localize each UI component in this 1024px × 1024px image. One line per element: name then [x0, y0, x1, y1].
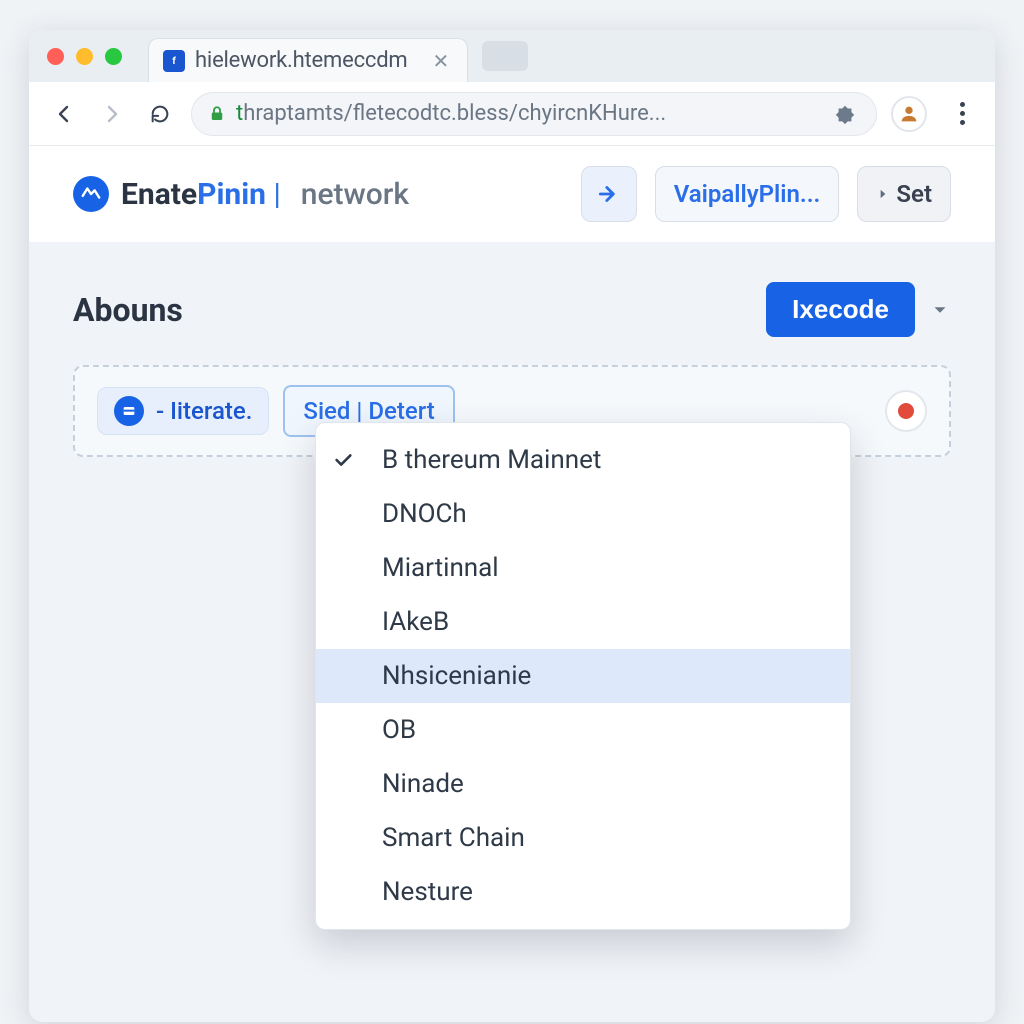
tab-favicon-icon: f — [163, 50, 185, 72]
network-option[interactable]: B thereum Mainnet — [316, 433, 850, 487]
window-traffic-lights — [47, 48, 122, 65]
set-button-label: Set — [896, 180, 932, 208]
new-tab-button[interactable] — [482, 41, 528, 71]
back-button[interactable] — [47, 97, 81, 131]
network-option-label: Smart Chain — [382, 823, 525, 853]
network-option-label: Ninade — [382, 769, 464, 799]
network-option[interactable]: IAkeB — [316, 595, 850, 649]
wallet-chip[interactable]: VaipallyPlin... — [655, 166, 840, 222]
caret-right-icon — [876, 187, 890, 201]
brand-sub: network — [301, 177, 409, 212]
network-option[interactable]: Nesture — [316, 865, 850, 919]
network-select-label: Sied | Detert — [303, 397, 434, 425]
app-header: EnatePinin | network VaipallyPlin... Set — [29, 146, 995, 242]
brand-bar: | — [273, 177, 280, 212]
reload-button[interactable] — [143, 97, 177, 131]
address-bar[interactable]: thraptamts/fletecodtc.bless/chyircnKHure… — [191, 92, 877, 136]
browser-toolbar: thraptamts/fletecodtc.bless/chyircnKHure… — [29, 82, 995, 146]
profile-avatar[interactable] — [891, 96, 927, 132]
section-title: Abouns — [73, 291, 183, 329]
network-option[interactable]: Miartinnal — [316, 541, 850, 595]
primary-action-button[interactable]: Ixecode — [766, 282, 915, 337]
send-icon-button[interactable] — [581, 166, 637, 222]
close-window-button[interactable] — [47, 48, 64, 65]
maximize-window-button[interactable] — [105, 48, 122, 65]
network-option[interactable]: OB — [316, 703, 850, 757]
network-option-label: B thereum Mainnet — [382, 445, 601, 475]
content-area: Abouns Ixecode - Iiterate. Sied | Detert — [29, 242, 995, 1022]
status-indicator[interactable] — [885, 390, 927, 432]
account-pill[interactable]: - Iiterate. — [97, 387, 269, 435]
network-option[interactable]: DNOCh — [316, 487, 850, 541]
minimize-window-button[interactable] — [76, 48, 93, 65]
network-option-label: Nhsicenianie — [382, 661, 531, 691]
brand-word-a: Enate — [121, 177, 197, 212]
wallet-chip-label: VaipallyPlin... — [674, 180, 821, 208]
network-option-label: Nesture — [382, 877, 473, 907]
primary-action-group: Ixecode — [766, 282, 951, 337]
network-option-label: IAkeB — [382, 607, 449, 637]
network-option-label: DNOCh — [382, 499, 467, 529]
network-option-label: Miartinnal — [382, 553, 499, 583]
brand-word-b: Pinin — [197, 177, 266, 212]
account-icon — [114, 396, 144, 426]
browser-menu-button[interactable] — [947, 102, 977, 125]
check-icon — [332, 449, 368, 471]
tab-title: hielework.htemeccdm — [195, 48, 408, 73]
forward-button[interactable] — [95, 97, 129, 131]
network-option[interactable]: Nhsicenianie — [316, 649, 850, 703]
network-option[interactable]: Ninade — [316, 757, 850, 811]
status-dot-icon — [898, 403, 914, 419]
lock-icon — [208, 105, 226, 123]
browser-tab[interactable]: f hielework.htemeccdm ✕ — [148, 38, 468, 82]
network-option-label: OB — [382, 715, 416, 745]
extension-icon[interactable] — [830, 99, 860, 129]
network-option[interactable]: Smart Chain — [316, 811, 850, 865]
account-pill-label: - Iiterate. — [156, 397, 252, 425]
section-header-row: Abouns Ixecode — [73, 282, 951, 337]
set-button[interactable]: Set — [857, 166, 951, 222]
tab-close-icon[interactable]: ✕ — [428, 47, 453, 75]
browser-tabstrip: f hielework.htemeccdm ✕ — [29, 30, 995, 82]
address-url: thraptamts/fletecodtc.bless/chyircnKHure… — [236, 101, 666, 126]
svg-text:f: f — [172, 56, 176, 67]
browser-window: f hielework.htemeccdm ✕ thraptamts/flete… — [29, 30, 995, 1022]
brand: EnatePinin | network — [73, 176, 409, 212]
network-dropdown-menu: B thereum Mainnet DNOCh Miartinnal IAkeB Nhs… — [315, 422, 851, 930]
brand-logo-icon — [73, 176, 109, 212]
chevron-down-icon[interactable] — [929, 299, 951, 321]
